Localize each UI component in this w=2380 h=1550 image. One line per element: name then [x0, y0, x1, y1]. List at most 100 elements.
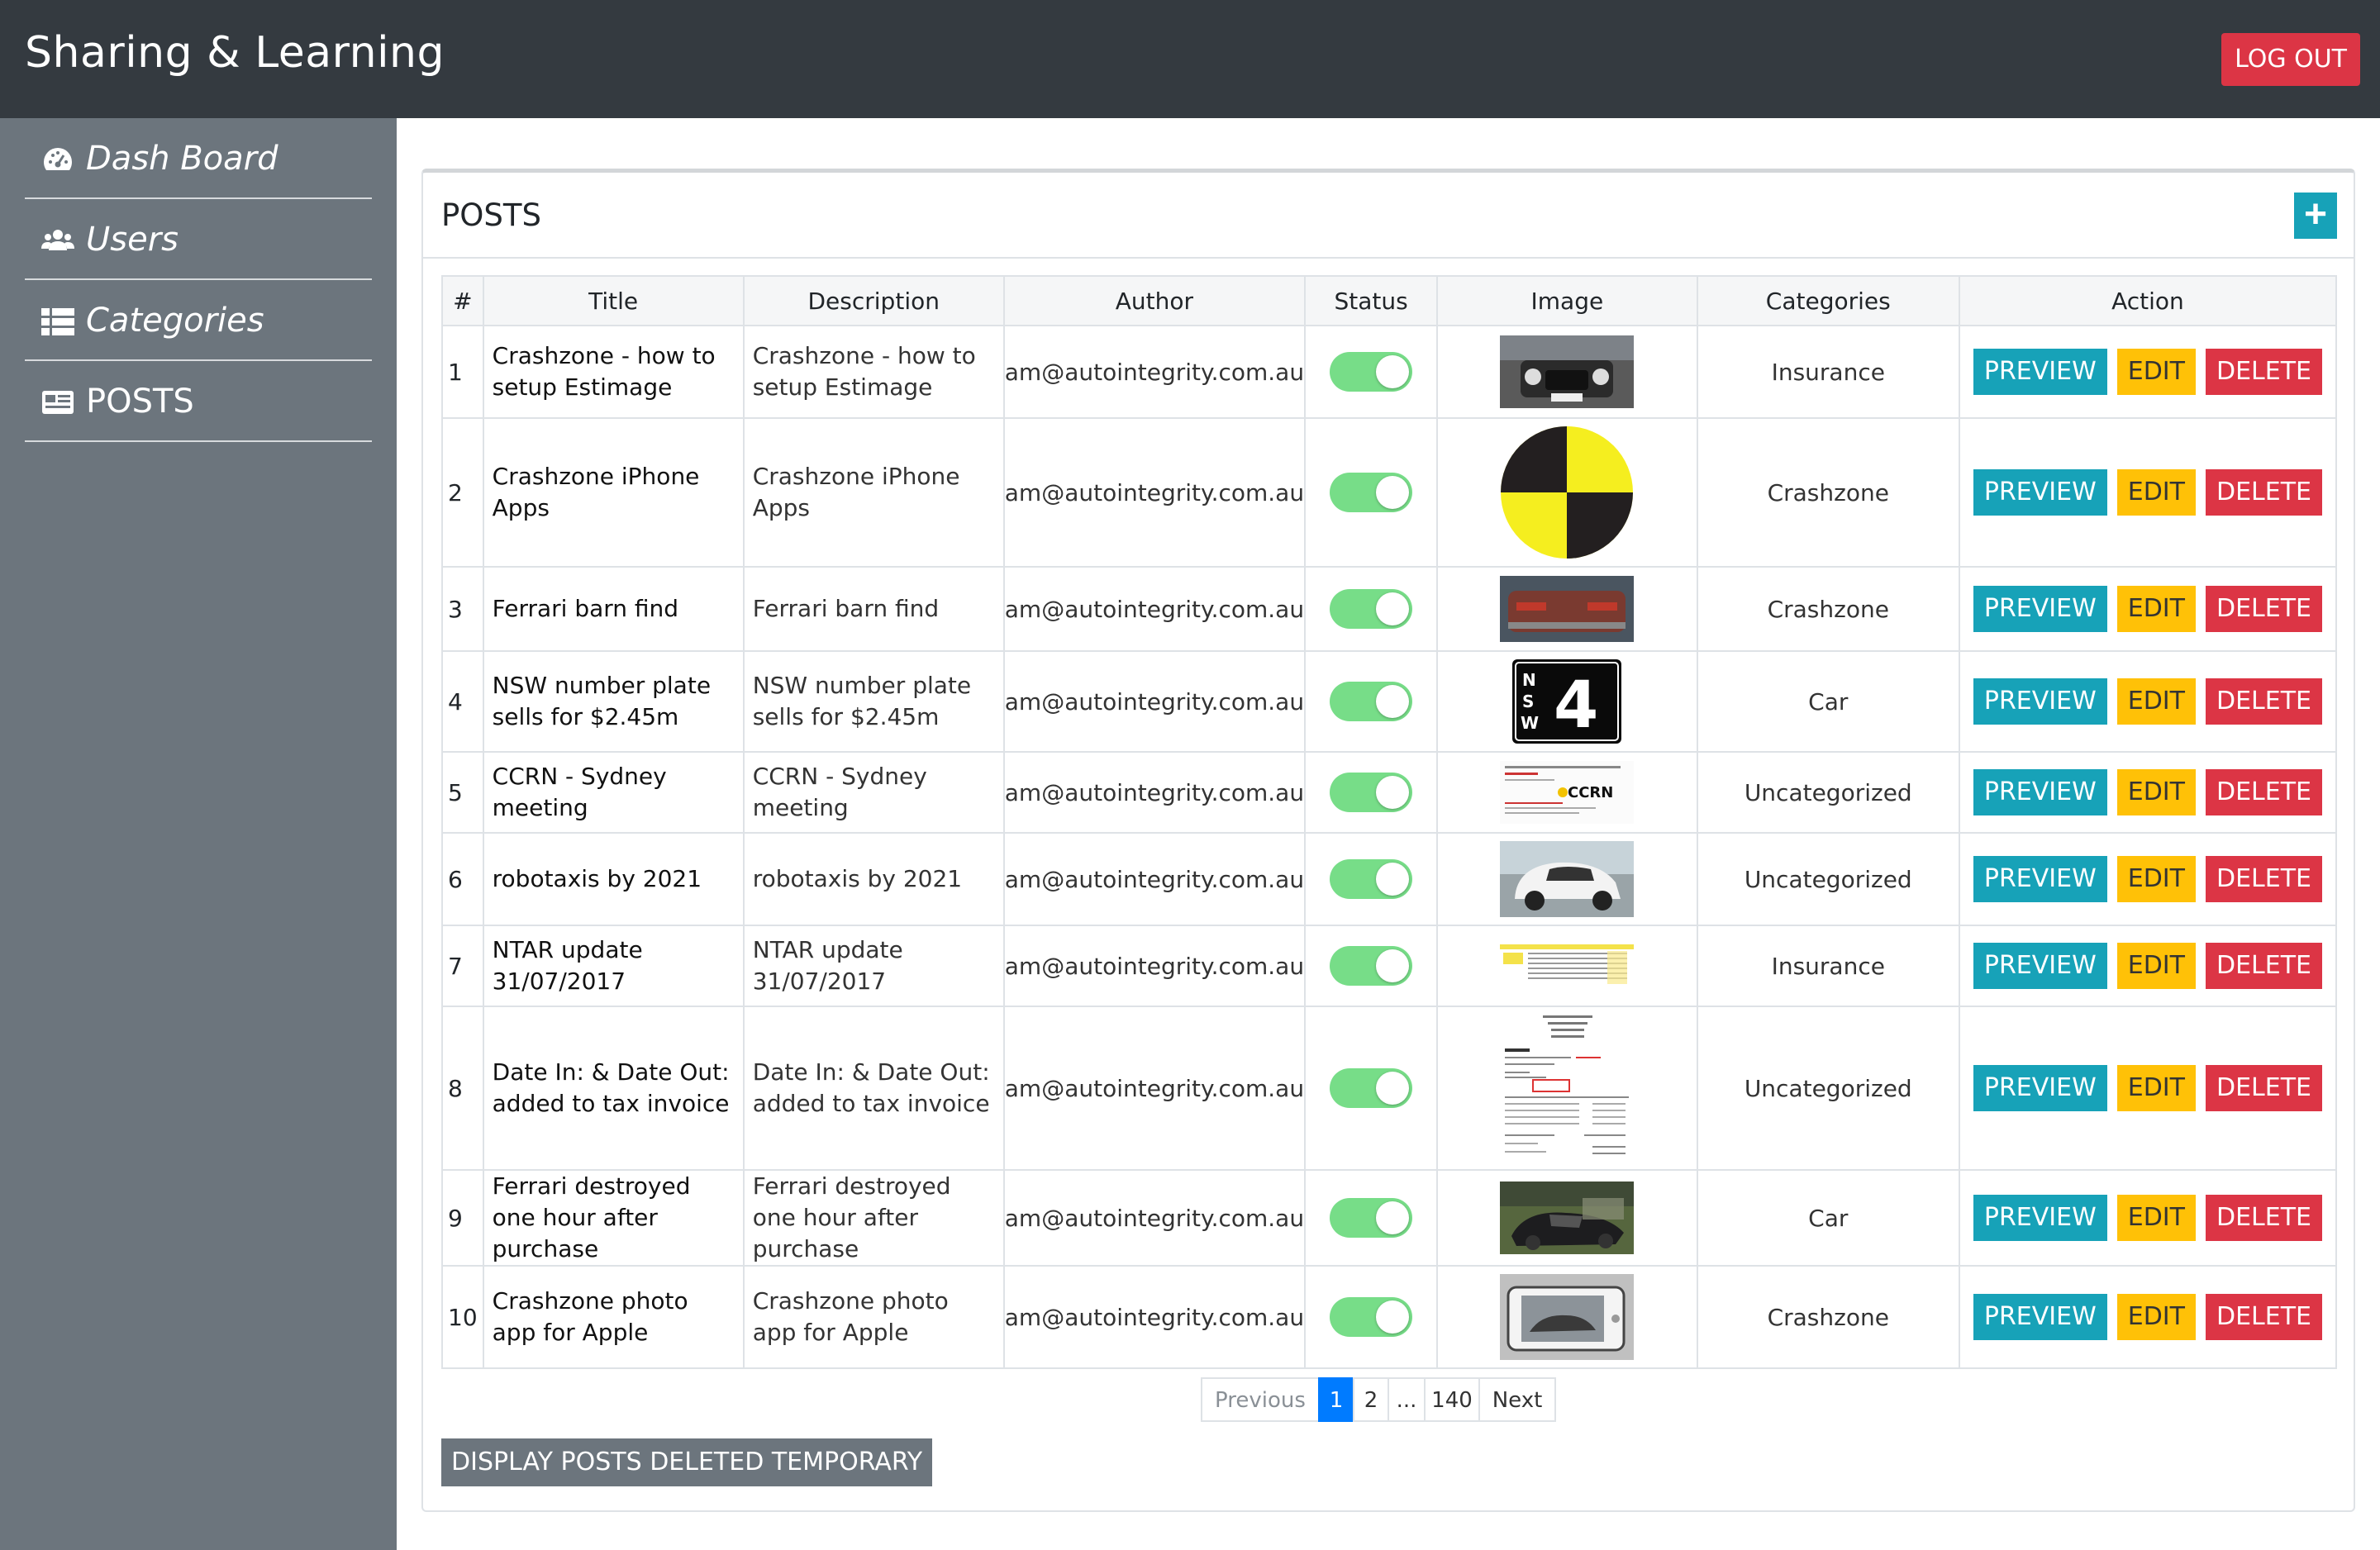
post-category: Insurance	[1696, 925, 1960, 1007]
row-number: 8	[441, 1006, 484, 1171]
car-front-image	[1500, 335, 1635, 408]
edit-button[interactable]: EDIT	[2116, 1195, 2196, 1241]
page-1[interactable]: 1	[1318, 1377, 1354, 1422]
delete-button[interactable]: DELETE	[2205, 678, 2322, 725]
preview-button[interactable]: PREVIEW	[1973, 586, 2107, 632]
edit-button[interactable]: EDIT	[2116, 856, 2196, 902]
page-title: POSTS	[441, 197, 542, 233]
display-deleted-posts-button[interactable]: DISPLAY POSTS DELETED TEMPORARY	[441, 1438, 933, 1486]
delete-button[interactable]: DELETE	[2205, 1195, 2322, 1241]
page-next[interactable]: Next	[1478, 1377, 1556, 1422]
page-140[interactable]: 140	[1424, 1377, 1480, 1422]
preview-button[interactable]: PREVIEW	[1973, 769, 2107, 815]
post-description: Ferrari barn find	[742, 566, 1005, 652]
phone-photo-image	[1500, 1274, 1635, 1360]
page-2[interactable]: 2	[1353, 1377, 1389, 1422]
post-author: am@autointegrity.com.au	[1002, 832, 1307, 926]
preview-button[interactable]: PREVIEW	[1973, 678, 2107, 725]
edit-button[interactable]: EDIT	[2116, 943, 2196, 989]
top-navbar: Sharing & Learning LOG OUT	[0, 0, 2380, 118]
sidebar-item-label: Dash Board	[86, 140, 278, 178]
post-description: Crashzone - how to setup Estimage	[742, 325, 1005, 419]
page-previous[interactable]: Previous	[1201, 1377, 1320, 1422]
table-row: 5 CCRN - Sydney meeting CCRN - Sydney me…	[441, 751, 2338, 834]
sidebar-item-dashboard[interactable]: Dash Board	[25, 118, 372, 199]
post-author: am@autointegrity.com.au	[1002, 566, 1307, 652]
status-toggle[interactable]	[1330, 773, 1413, 812]
column-header: Status	[1304, 275, 1439, 326]
post-title: NTAR update 31/07/2017	[482, 925, 745, 1007]
sidebar-item-users[interactable]: Users	[25, 199, 372, 280]
add-post-button[interactable]: +	[2294, 193, 2337, 239]
row-number: 9	[441, 1169, 484, 1267]
post-description: NSW number plate sells for $2.45m	[742, 650, 1005, 753]
post-description: CCRN - Sydney meeting	[742, 751, 1005, 834]
edit-button[interactable]: EDIT	[2116, 1065, 2196, 1111]
table-row: 8 Date In: & Date Out: added to tax invo…	[441, 1006, 2338, 1171]
users-icon	[41, 230, 74, 250]
preview-button[interactable]: PREVIEW	[1973, 1294, 2107, 1340]
status-toggle[interactable]	[1330, 589, 1413, 629]
post-category: Uncategorized	[1696, 1006, 1960, 1171]
delete-button[interactable]: DELETE	[2205, 943, 2322, 989]
status-toggle[interactable]	[1330, 1198, 1413, 1238]
table-row: 4 NSW number plate sells for $2.45m NSW …	[441, 650, 2338, 753]
status-toggle[interactable]	[1330, 682, 1413, 721]
post-category: Crashzone	[1696, 417, 1960, 568]
status-toggle[interactable]	[1330, 946, 1413, 986]
logout-button[interactable]: LOG OUT	[2221, 33, 2360, 86]
delete-button[interactable]: DELETE	[2205, 1065, 2322, 1111]
status-toggle[interactable]	[1330, 1068, 1413, 1108]
delete-button[interactable]: DELETE	[2205, 469, 2322, 516]
edit-button[interactable]: EDIT	[2116, 769, 2196, 815]
ccrn-flyer-image: CCRN	[1500, 761, 1635, 824]
edit-button[interactable]: EDIT	[2116, 469, 2196, 516]
row-number: 5	[441, 751, 484, 834]
table-header-row: # Title Description Author Status Image …	[441, 275, 2338, 326]
edit-button[interactable]: EDIT	[2116, 678, 2196, 725]
preview-button[interactable]: PREVIEW	[1973, 1065, 2107, 1111]
status-toggle[interactable]	[1330, 473, 1413, 512]
delete-button[interactable]: DELETE	[2205, 1294, 2322, 1340]
column-header: Description	[742, 275, 1005, 326]
column-header: #	[441, 275, 484, 326]
post-author: am@autointegrity.com.au	[1002, 417, 1307, 568]
status-toggle[interactable]	[1330, 352, 1413, 392]
sidebar-item-categories[interactable]: Categories	[25, 280, 372, 361]
preview-button[interactable]: PREVIEW	[1973, 943, 2107, 989]
table-row: 1 Crashzone - how to setup Estimage Cras…	[441, 325, 2338, 419]
post-title: Crashzone iPhone Apps	[482, 417, 745, 568]
svg-text:S: S	[1522, 692, 1534, 711]
table-row: 9 Ferrari destroyed one hour after purch…	[441, 1169, 2338, 1267]
crash-test-symbol-image	[1501, 426, 1634, 559]
preview-button[interactable]: PREVIEW	[1973, 349, 2107, 395]
post-category: Insurance	[1696, 325, 1960, 419]
ferrari-rear-image	[1500, 576, 1635, 642]
preview-button[interactable]: PREVIEW	[1973, 856, 2107, 902]
delete-button[interactable]: DELETE	[2205, 586, 2322, 632]
preview-button[interactable]: PREVIEW	[1973, 1195, 2107, 1241]
status-toggle[interactable]	[1330, 1297, 1413, 1337]
post-author: am@autointegrity.com.au	[1002, 325, 1307, 419]
posts-table: # Title Description Author Status Image …	[441, 275, 2338, 1369]
post-author: am@autointegrity.com.au	[1002, 1169, 1307, 1267]
app-title: Sharing & Learning	[25, 28, 445, 78]
delete-button[interactable]: DELETE	[2205, 856, 2322, 902]
svg-text:N: N	[1522, 670, 1536, 690]
post-title: robotaxis by 2021	[482, 832, 745, 926]
status-toggle[interactable]	[1330, 859, 1413, 899]
edit-button[interactable]: EDIT	[2116, 1294, 2196, 1340]
delete-button[interactable]: DELETE	[2205, 349, 2322, 395]
delete-button[interactable]: DELETE	[2205, 769, 2322, 815]
wrecked-car-image	[1500, 1182, 1635, 1254]
post-author: am@autointegrity.com.au	[1002, 751, 1307, 834]
post-category: Crashzone	[1696, 1265, 1960, 1369]
post-description: Crashzone photo app for Apple	[742, 1265, 1005, 1369]
post-category: Car	[1696, 650, 1960, 753]
spreadsheet-image	[1500, 943, 1635, 989]
edit-button[interactable]: EDIT	[2116, 586, 2196, 632]
posts-icon	[42, 391, 74, 414]
preview-button[interactable]: PREVIEW	[1973, 469, 2107, 516]
edit-button[interactable]: EDIT	[2116, 349, 2196, 395]
sidebar-item-posts[interactable]: POSTS	[25, 361, 372, 442]
